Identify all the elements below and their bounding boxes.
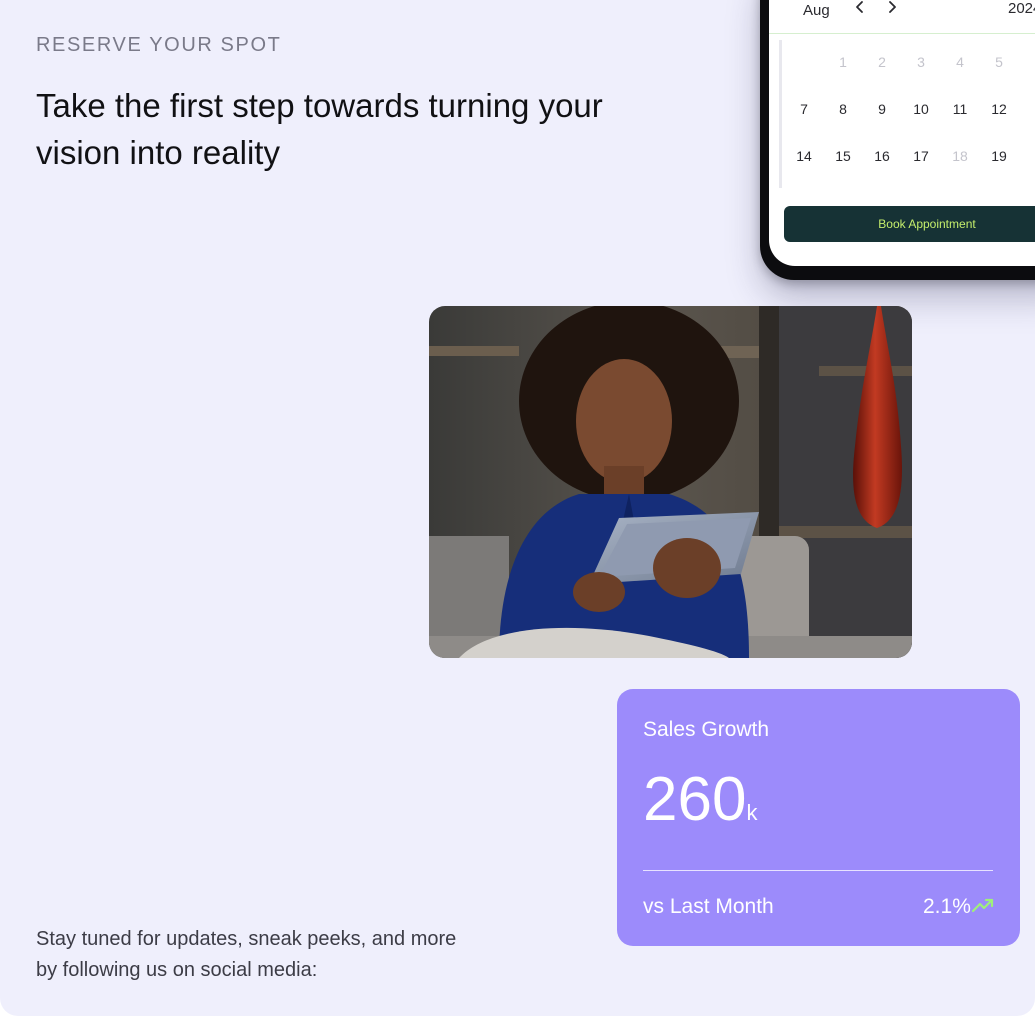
phone-screen: Aug 2024 12345789101112141516171819 Book…	[769, 0, 1035, 266]
calendar-day[interactable]: 18	[940, 148, 980, 164]
chevron-left-icon[interactable]	[854, 0, 866, 19]
calendar-header: Aug 2024	[769, 0, 1035, 34]
calendar-week-row: 14 15 16 17 18 19	[784, 138, 1035, 185]
calendar-week-row: 7 8 9 10 11 12	[784, 91, 1035, 138]
calendar-month: Aug	[803, 2, 830, 19]
calendar-grid: 1 2 3 4 5 7 8 9 10 11 12 14 15 16 17 18 19	[784, 44, 1035, 185]
calendar-day[interactable]: 2	[862, 54, 902, 70]
calendar-day[interactable]: 14	[784, 148, 824, 164]
book-appointment-button[interactable]: Book Appointment	[784, 206, 1035, 242]
stats-number: 260	[643, 765, 747, 834]
stats-unit: k	[746, 800, 758, 825]
calendar-day[interactable]: 16	[862, 148, 902, 164]
calendar-day[interactable]: 1	[823, 54, 863, 70]
calendar-day[interactable]: 17	[901, 148, 941, 164]
stats-divider	[643, 870, 993, 871]
calendar-day[interactable]: 5	[979, 54, 1019, 70]
calendar-day[interactable]: 3	[901, 54, 941, 70]
social-note-line-2: by following us on social media:	[36, 959, 318, 981]
calendar-day[interactable]: 7	[784, 101, 824, 117]
page-canvas: RESERVE YOUR SPOT Take the first step to…	[0, 0, 1035, 1016]
calendar-day[interactable]: 15	[823, 148, 863, 164]
trend-up-icon	[972, 898, 994, 913]
calendar-day[interactable]: 12	[979, 101, 1019, 117]
phone-mockup: Aug 2024 12345789101112141516171819 Book…	[760, 0, 1035, 280]
stats-value: 260k	[643, 765, 757, 848]
woman-with-tablet-photo	[429, 306, 912, 658]
stats-change-value: 2.1%	[923, 895, 971, 918]
stats-title: Sales Growth	[643, 718, 770, 741]
calendar-day[interactable]: 10	[901, 101, 941, 117]
stats-compare-label: vs Last Month	[643, 895, 774, 918]
calendar-year: 2024	[1008, 0, 1035, 17]
calendar-day[interactable]: 4	[940, 54, 980, 70]
calendar-scrollbar[interactable]	[779, 40, 782, 188]
social-media-note: Stay tuned for updates, sneak peeks, and…	[36, 924, 536, 986]
calendar-day[interactable]: 19	[979, 148, 1019, 164]
section-eyebrow: RESERVE YOUR SPOT	[36, 34, 282, 56]
section-headline: Take the first step towards turning your…	[36, 87, 603, 171]
chevron-right-icon[interactable]	[886, 0, 898, 19]
sales-growth-card: Sales Growth 260k vs Last Month 2.1%	[617, 689, 1020, 946]
calendar-day[interactable]: 9	[862, 101, 902, 117]
calendar-day[interactable]: 8	[823, 101, 863, 117]
social-note-line-1: Stay tuned for updates, sneak peeks, and…	[36, 928, 457, 950]
calendar-day[interactable]: 11	[940, 101, 980, 117]
calendar-week-row: 12345	[784, 44, 1035, 91]
